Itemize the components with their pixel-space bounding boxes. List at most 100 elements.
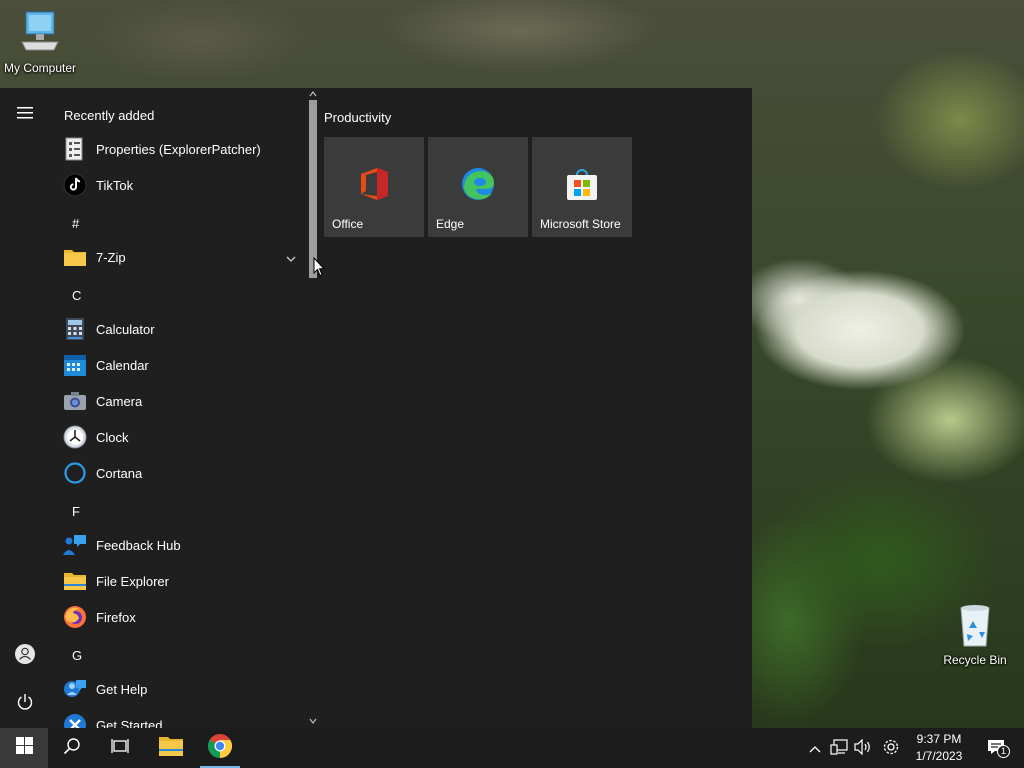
cortana-icon [63, 461, 87, 485]
tile-edge[interactable]: Edge [428, 137, 528, 237]
app-label: Get Help [96, 681, 148, 697]
app-label: 7-Zip [96, 249, 126, 265]
start-icon [15, 737, 33, 759]
computer-icon [0, 8, 80, 59]
app-label: Calculator [96, 321, 155, 337]
clock-date: 1/7/2023 [915, 749, 963, 763]
network-icon [830, 738, 848, 758]
feedback-hub-icon [63, 533, 87, 557]
settings-icon [882, 738, 900, 759]
task-view-button[interactable] [96, 728, 144, 768]
firefox-icon [63, 605, 87, 629]
task-view-icon [111, 738, 129, 759]
folder-icon [63, 245, 87, 269]
app-item-tiktok[interactable]: TikTok [50, 167, 306, 203]
volume-icon [854, 738, 872, 758]
recycle-bin-icon [935, 602, 1015, 651]
app-label: Feedback Hub [96, 537, 181, 553]
scroll-up-icon[interactable] [308, 89, 318, 99]
search-icon [63, 737, 81, 760]
clock-icon [63, 425, 87, 449]
taskbar-file-explorer-button[interactable] [147, 728, 195, 768]
app-item-firefox[interactable]: Firefox [50, 599, 306, 635]
app-item-file-explorer[interactable]: File Explorer [50, 563, 306, 599]
properties-icon [63, 137, 87, 161]
group-letter-hash[interactable]: # [72, 216, 79, 231]
desktop-icon-label: My Computer [3, 61, 77, 75]
group-letter-f[interactable]: F [72, 504, 80, 519]
app-item-properties-explorerpatcher[interactable]: Properties (ExplorerPatcher) [50, 131, 306, 167]
volume-button[interactable] [851, 728, 875, 768]
start-rail [0, 88, 50, 728]
chrome-icon [207, 733, 233, 764]
notification-count-badge: 1 [997, 745, 1010, 758]
desktop-icon-my-computer[interactable]: My Computer [0, 8, 80, 75]
app-list[interactable]: Recently added Properties (ExplorerPatch… [50, 88, 306, 728]
office-icon [359, 167, 389, 206]
desktop-icon-recycle-bin[interactable]: Recycle Bin [935, 602, 1015, 667]
mouse-cursor-icon [313, 256, 326, 282]
tile-label: Edge [436, 217, 465, 231]
get-help-icon [63, 677, 87, 701]
app-item-camera[interactable]: Camera [50, 383, 306, 419]
user-icon [14, 643, 36, 670]
app-label: Get Started [96, 717, 163, 729]
tile-office[interactable]: Office [324, 137, 424, 237]
camera-icon [63, 389, 87, 413]
app-item-calculator[interactable]: Calculator [50, 311, 306, 347]
get-started-icon [63, 713, 87, 728]
app-label: File Explorer [96, 573, 169, 589]
tile-microsoft-store[interactable]: Microsoft Store [532, 137, 632, 237]
edge-icon [461, 167, 495, 206]
start-menu: Recently added Properties (ExplorerPatch… [0, 88, 752, 728]
scroll-thumb[interactable] [309, 100, 317, 278]
user-account-button[interactable] [0, 634, 50, 678]
app-item-get-started[interactable]: Get Started [50, 707, 306, 728]
tile-label: Microsoft Store [540, 217, 621, 231]
start-button[interactable] [0, 728, 48, 768]
app-label: Properties (ExplorerPatcher) [96, 141, 261, 157]
app-label: Firefox [96, 609, 136, 625]
hamburger-icon [17, 106, 33, 125]
network-button[interactable] [827, 728, 851, 768]
app-label: Camera [96, 393, 143, 409]
recently-added-header: Recently added [64, 108, 155, 123]
power-icon [16, 693, 34, 716]
app-item-feedback-hub[interactable]: Feedback Hub [50, 527, 306, 563]
settings-button[interactable] [879, 728, 903, 768]
app-label: Cortana [96, 465, 143, 481]
taskbar-clock[interactable]: 9:37 PM 1/7/2023 [908, 731, 970, 765]
taskbar: 9:37 PM 1/7/2023 1 [0, 728, 1024, 768]
app-item-cortana[interactable]: Cortana [50, 455, 306, 491]
app-item-calendar[interactable]: Calendar [50, 347, 306, 383]
app-label: Clock [96, 429, 129, 445]
power-button[interactable] [0, 682, 50, 726]
store-icon [566, 167, 598, 206]
expand-menu-button[interactable] [0, 93, 50, 137]
action-center-button[interactable]: 1 [978, 728, 1018, 768]
tiktok-icon [63, 173, 87, 197]
tile-label: Office [332, 217, 364, 231]
app-item-7-zip[interactable]: 7-Zip [50, 239, 306, 275]
desktop-icon-label: Recycle Bin [943, 653, 1007, 667]
chevron-up-icon [809, 741, 821, 756]
taskbar-chrome-button[interactable] [196, 728, 244, 768]
search-button[interactable] [48, 728, 96, 768]
app-list-scrollbar[interactable] [306, 88, 320, 728]
app-item-get-help[interactable]: Get Help [50, 671, 306, 707]
scroll-down-icon[interactable] [308, 716, 318, 726]
app-item-clock[interactable]: Clock [50, 419, 306, 455]
chevron-down-icon[interactable] [286, 251, 296, 266]
app-label: Calendar [96, 357, 149, 373]
app-label: TikTok [96, 177, 134, 193]
clock-time: 9:37 PM [916, 732, 962, 746]
group-letter-c[interactable]: C [72, 288, 81, 303]
tiles-area: Productivity Office Edge Microsoft Store [324, 88, 752, 728]
tile-group-title[interactable]: Productivity [324, 110, 391, 125]
show-hidden-icons-button[interactable] [803, 728, 827, 768]
notification-icon: 1 [987, 738, 1010, 758]
file-explorer-icon [158, 735, 184, 762]
calendar-icon [63, 353, 87, 377]
group-letter-g[interactable]: G [72, 648, 82, 663]
calculator-icon [63, 317, 87, 341]
